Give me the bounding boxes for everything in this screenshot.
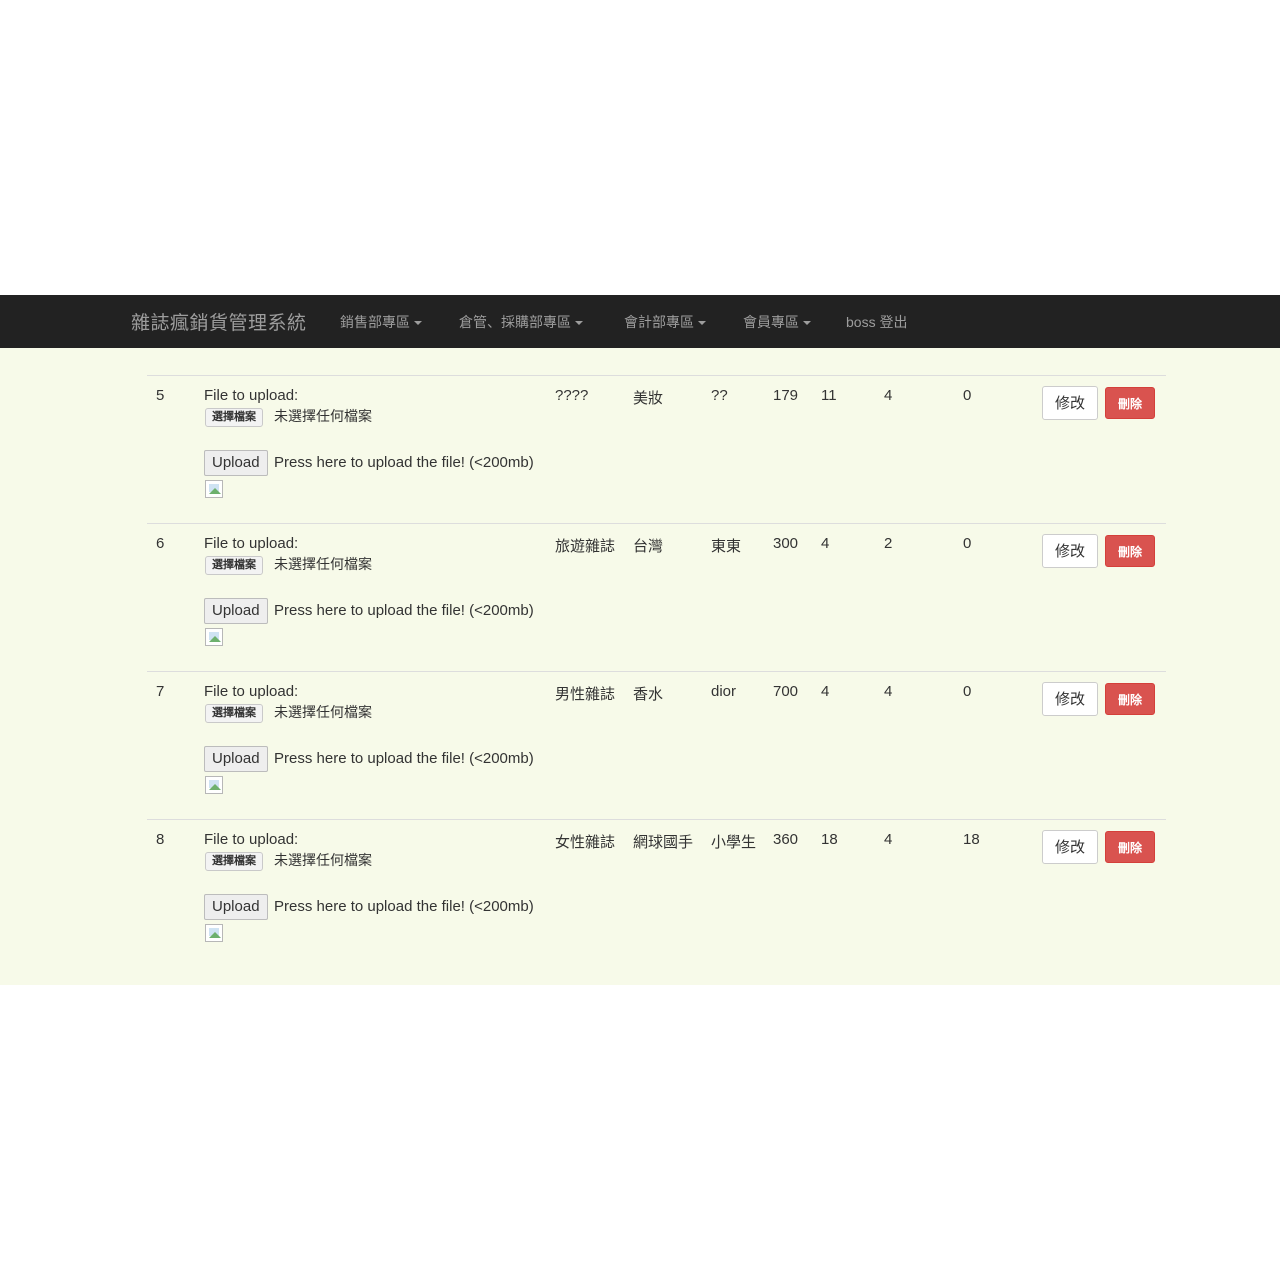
magazine-price: 700	[773, 683, 799, 700]
file-to-upload-label: File to upload:	[204, 831, 299, 848]
magazine-name: ????	[555, 387, 589, 404]
nav-logout[interactable]: boss 登出	[846, 312, 907, 332]
magazine-col7: 18	[963, 831, 980, 848]
broken-image-icon	[205, 924, 223, 942]
row-id: 8	[156, 831, 165, 848]
magazine-publisher: 東東	[711, 538, 742, 555]
magazine-col6: 4	[884, 683, 893, 700]
caret-down-icon	[414, 321, 422, 326]
upload-button[interactable]: Upload	[204, 450, 268, 476]
upload-hint-text: Press here to upload the file! (<200mb)	[274, 602, 534, 619]
choose-file-button[interactable]: 選擇檔案	[205, 852, 263, 871]
nav-members[interactable]: 會員專區	[743, 312, 811, 332]
edit-button[interactable]: 修改	[1042, 386, 1098, 420]
upload-hint-text: Press here to upload the file! (<200mb)	[274, 750, 534, 767]
caret-down-icon	[575, 321, 583, 326]
nav-sales[interactable]: 銷售部專區	[340, 312, 422, 332]
magazine-col7: 0	[963, 387, 972, 404]
edit-button[interactable]: 修改	[1042, 534, 1098, 568]
magazine-col6: 2	[884, 535, 893, 552]
magazine-name: 男性雜誌	[555, 686, 616, 703]
delete-button[interactable]: 刪除	[1105, 535, 1155, 567]
row-id: 5	[156, 387, 165, 404]
magazine-col7: 0	[963, 535, 972, 552]
magazine-name: 旅遊雜誌	[555, 538, 616, 555]
caret-down-icon	[803, 321, 811, 326]
delete-button[interactable]: 刪除	[1105, 831, 1155, 863]
no-file-selected-text: 未選擇任何檔案	[274, 556, 372, 572]
nav-accounting[interactable]: 會計部專區	[624, 312, 706, 332]
magazine-price: 179	[773, 387, 799, 404]
magazine-col5: 4	[821, 683, 830, 700]
table-row: 7 File to upload: 選擇檔案 未選擇任何檔案 Upload Pr…	[147, 671, 1166, 820]
magazine-col5: 11	[821, 387, 837, 404]
broken-image-icon	[205, 776, 223, 794]
nav-accounting-label: 會計部專區	[624, 314, 694, 330]
delete-button[interactable]: 刪除	[1105, 683, 1155, 715]
nav-members-label: 會員專區	[743, 314, 799, 330]
magazine-col5: 4	[821, 535, 830, 552]
file-to-upload-label: File to upload:	[204, 535, 299, 552]
upload-hint-text: Press here to upload the file! (<200mb)	[274, 898, 534, 915]
no-file-selected-text: 未選擇任何檔案	[274, 852, 372, 868]
nav-logout-label: boss 登出	[846, 314, 908, 330]
magazine-category: 香水	[633, 686, 664, 703]
upload-hint-text: Press here to upload the file! (<200mb)	[274, 454, 534, 471]
table-row: 8 File to upload: 選擇檔案 未選擇任何檔案 Upload Pr…	[147, 819, 1166, 968]
choose-file-button[interactable]: 選擇檔案	[205, 556, 263, 575]
magazine-category: 網球國手	[633, 834, 694, 851]
magazine-name: 女性雜誌	[555, 834, 616, 851]
nav-warehouse-purchasing-label: 倉管、採購部專區	[459, 314, 571, 330]
top-navbar: 雜誌瘋銷貨管理系統 銷售部專區 倉管、採購部專區 會計部專區 會員專區 boss…	[0, 295, 1280, 348]
table-row: 5 File to upload: 選擇檔案 未選擇任何檔案 Upload Pr…	[147, 375, 1166, 524]
choose-file-button[interactable]: 選擇檔案	[205, 704, 263, 723]
upload-button[interactable]: Upload	[204, 894, 268, 920]
table-row: 6 File to upload: 選擇檔案 未選擇任何檔案 Upload Pr…	[147, 523, 1166, 672]
magazine-col7: 0	[963, 683, 972, 700]
file-to-upload-label: File to upload:	[204, 387, 299, 404]
row-id: 7	[156, 683, 165, 700]
magazine-price: 360	[773, 831, 799, 848]
magazine-publisher: 小學生	[711, 834, 757, 851]
magazine-category: 台灣	[633, 538, 664, 555]
edit-button[interactable]: 修改	[1042, 830, 1098, 864]
no-file-selected-text: 未選擇任何檔案	[274, 408, 372, 424]
magazine-col5: 18	[821, 831, 838, 848]
row-id: 6	[156, 535, 165, 552]
magazine-category: 美妝	[633, 390, 664, 407]
magazine-col6: 4	[884, 387, 893, 404]
no-file-selected-text: 未選擇任何檔案	[274, 704, 372, 720]
brand-title[interactable]: 雜誌瘋銷貨管理系統	[131, 308, 307, 335]
upload-button[interactable]: Upload	[204, 598, 268, 624]
broken-image-icon	[205, 628, 223, 646]
edit-button[interactable]: 修改	[1042, 682, 1098, 716]
app-screen: 雜誌瘋銷貨管理系統 銷售部專區 倉管、採購部專區 會計部專區 會員專區 boss…	[0, 295, 1280, 985]
caret-down-icon	[698, 321, 706, 326]
choose-file-button[interactable]: 選擇檔案	[205, 408, 263, 427]
nav-warehouse-purchasing[interactable]: 倉管、採購部專區	[459, 312, 583, 332]
nav-sales-label: 銷售部專區	[340, 314, 410, 330]
magazine-publisher: ??	[711, 387, 728, 404]
delete-button[interactable]: 刪除	[1105, 387, 1155, 419]
magazine-price: 300	[773, 535, 799, 552]
upload-button[interactable]: Upload	[204, 746, 268, 772]
magazine-col6: 4	[884, 831, 893, 848]
broken-image-icon	[205, 480, 223, 498]
magazine-publisher: dior	[711, 683, 737, 700]
file-to-upload-label: File to upload:	[204, 683, 299, 700]
